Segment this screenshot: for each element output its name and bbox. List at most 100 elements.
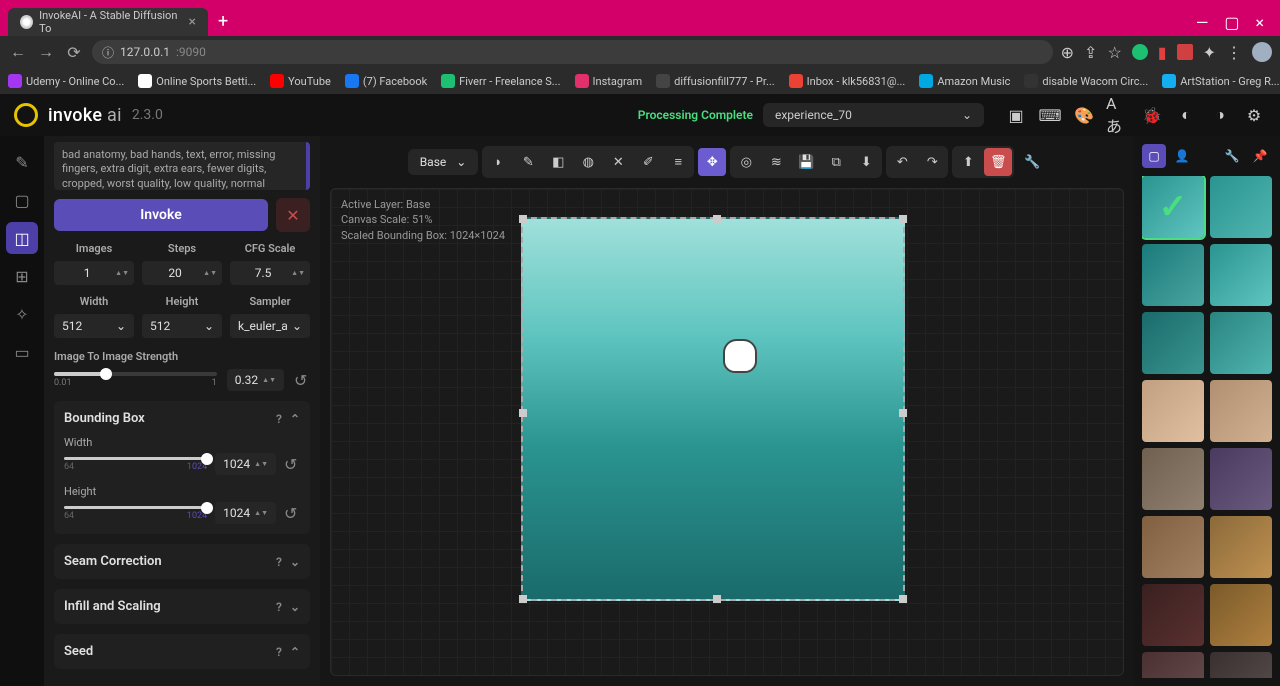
user-tab[interactable]: 👤 [1170,144,1194,168]
reset-icon[interactable]: ↺ [294,371,310,390]
canvas-viewport[interactable]: Active Layer: Base Canvas Scale: 51% Sca… [330,188,1124,676]
bookmark-item[interactable]: Fiverr - Freelance S... [441,74,560,88]
cube-icon[interactable]: ▣ [1004,103,1028,127]
resize-handle[interactable] [519,409,527,417]
cancel-button[interactable]: ✕ [276,198,310,232]
bug-icon[interactable]: 🐞 [1140,103,1164,127]
gallery-thumb[interactable] [1210,516,1272,578]
list-icon[interactable]: ≡ [664,148,692,176]
help-icon[interactable]: ? [276,600,282,614]
bookmark-item[interactable]: Online Sports Betti... [138,74,256,88]
gallery-thumb[interactable] [1142,312,1204,374]
gallery-thumb[interactable] [1142,244,1204,306]
gallery-thumb[interactable] [1142,448,1204,510]
picker-icon[interactable]: ✐ [634,148,662,176]
canvas-tab[interactable]: ◫ [6,222,38,254]
gallery-thumb[interactable] [1210,176,1272,238]
gallery-thumb[interactable] [1142,652,1204,678]
bookmark-item[interactable]: disable Wacom Circ... [1024,74,1148,88]
resize-handle[interactable] [713,595,721,603]
bookmark-item[interactable]: Inbox - klk56831@... [789,74,906,88]
height-select[interactable]: 512⌄ [142,314,222,338]
sampler-select[interactable]: k_euler_a⌄ [230,314,310,338]
expand-icon[interactable]: ⌄ [290,555,300,569]
help-icon[interactable]: ? [276,412,282,426]
bookmark-item[interactable]: Instagram [575,74,643,88]
ext-icon-3[interactable] [1177,44,1193,60]
bb-height-slider[interactable] [64,506,207,509]
gallery-thumb[interactable] [1210,652,1272,678]
pin-icon[interactable]: 📌 [1248,144,1272,168]
star-icon[interactable]: ☆ [1107,43,1121,62]
collapse-icon[interactable]: ⌃ [290,645,300,659]
resize-handle[interactable] [899,595,907,603]
gallery-thumb[interactable] [1210,380,1272,442]
clear-icon[interactable]: ✕ [604,148,632,176]
trash-icon[interactable]: 🗑 [984,148,1012,176]
eraser-icon[interactable]: ◧ [544,148,572,176]
resize-handle[interactable] [519,215,527,223]
info-icon[interactable]: ⓘ [102,44,114,61]
discord-icon[interactable]: ◑ [1208,103,1232,127]
bookmark-item[interactable]: diffusionfill777 - Pr... [656,74,775,88]
model-select[interactable]: experience_70 ⌄ [763,103,984,127]
gallery-thumb[interactable] [1210,584,1272,646]
ext-icon-2[interactable]: ▮ [1158,43,1167,62]
move-tool[interactable]: ✥ [698,148,726,176]
help-icon[interactable]: ? [276,645,282,659]
text-icon[interactable]: Aあ [1106,103,1130,127]
close-icon[interactable]: × [189,14,196,30]
extensions-icon[interactable]: ✦ [1203,43,1216,62]
gallery-thumb[interactable] [1210,244,1272,306]
gallery-thumb[interactable] [1210,448,1272,510]
brush-icon[interactable]: ✎ [514,148,542,176]
center-icon[interactable]: ◎ [732,148,760,176]
width-select[interactable]: 512⌄ [54,314,134,338]
txt2img-tab[interactable]: ✎ [6,146,38,178]
reset-icon[interactable]: ↺ [284,455,300,474]
help-icon[interactable]: ? [276,555,282,569]
images-input[interactable]: 1▲▼ [54,261,134,285]
menu-icon[interactable]: ⋮ [1226,43,1242,62]
redo-icon[interactable]: ↷ [918,148,946,176]
fill-icon[interactable]: ◍ [574,148,602,176]
bookmark-item[interactable]: Udemy - Online Co... [8,74,124,88]
browser-tab[interactable]: InvokeAI - A Stable Diffusion To × [8,8,208,36]
cfg-input[interactable]: 7.5▲▼ [230,261,310,285]
keyboard-icon[interactable]: ⌨ [1038,103,1062,127]
back-icon[interactable]: ← [8,42,28,62]
resize-handle[interactable] [899,215,907,223]
gallery-thumb[interactable] [1210,312,1272,374]
bookmark-item[interactable]: ArtStation - Greg R... [1162,74,1279,88]
bb-height-input[interactable]: 1024▲▼ [215,502,276,524]
expand-icon[interactable]: ⌄ [290,600,300,614]
gallery-thumb[interactable]: ✓ [1142,176,1204,238]
close-window-icon[interactable]: × [1255,13,1264,32]
training-tab[interactable]: ▭ [6,336,38,368]
bookmark-item[interactable]: YouTube [270,74,331,88]
bookmark-item[interactable]: Amazon Music [919,74,1010,88]
strength-input[interactable]: 0.32▲▼ [227,369,284,391]
url-bar[interactable]: ⓘ 127.0.0.1:9090 [92,40,1053,64]
gallery-settings-icon[interactable]: 🔧 [1220,144,1244,168]
wrench-icon[interactable]: 🔧 [1018,148,1046,176]
forward-icon[interactable]: → [36,42,56,62]
results-tab[interactable]: ▢ [1142,144,1166,168]
collapse-icon[interactable]: ⌃ [290,412,300,426]
img2img-tab[interactable]: ▢ [6,184,38,216]
negative-prompt-box[interactable]: bad anatomy, bad hands, text, error, mis… [54,142,310,190]
minimize-icon[interactable]: — [1196,13,1209,32]
steps-input[interactable]: 20▲▼ [142,261,222,285]
upload-icon[interactable]: ⬆ [954,148,982,176]
mask-icon[interactable]: ◗ [484,148,512,176]
copy-icon[interactable]: ⧉ [822,148,850,176]
bookmark-item[interactable]: (7) Facebook [345,74,427,88]
share-icon[interactable]: ⇪ [1084,43,1097,62]
bb-width-input[interactable]: 1024▲▼ [215,453,276,475]
resize-handle[interactable] [713,215,721,223]
reset-icon[interactable]: ↺ [284,504,300,523]
gallery-thumb[interactable] [1142,584,1204,646]
new-tab-button[interactable]: + [208,7,238,36]
postprocess-tab[interactable]: ✧ [6,298,38,330]
ext-icon-1[interactable] [1132,44,1148,60]
